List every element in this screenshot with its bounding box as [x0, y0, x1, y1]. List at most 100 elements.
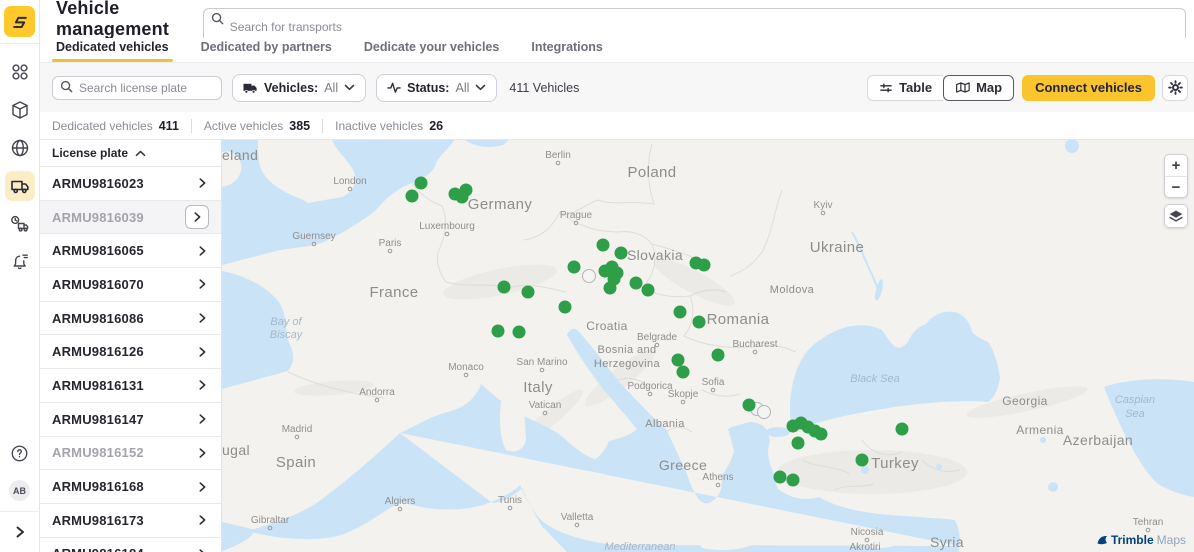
map-container[interactable]: PolandGermanySlovakiaUkraineFranceMoldov…	[222, 140, 1194, 552]
map-label-azerbaijan: Azerbaijan	[1063, 432, 1133, 448]
table-row[interactable]: ARMU9816173	[40, 504, 221, 538]
brand-logo[interactable]	[4, 6, 35, 37]
table-row[interactable]: ARMU9816131	[40, 369, 221, 403]
table-row[interactable]: ARMU9816147	[40, 403, 221, 437]
table-row[interactable]: ARMU9816168	[40, 470, 221, 504]
table-row[interactable]: ARMU9816184	[40, 538, 221, 552]
vehicle-marker[interactable]	[559, 301, 572, 314]
map-view-button[interactable]: Map	[943, 75, 1014, 101]
tab-integrations[interactable]: Integrations	[527, 40, 607, 62]
chevron-right-icon[interactable]	[185, 205, 209, 229]
table-row[interactable]: ARMU9816086	[40, 302, 221, 336]
zoom-out-button[interactable]: −	[1165, 176, 1187, 197]
status-filter-dropdown[interactable]: Status: All	[376, 74, 497, 102]
table-view-label: Table	[899, 80, 932, 95]
sidebar-item-apps[interactable]	[5, 57, 35, 87]
vehicle-marker[interactable]	[693, 316, 706, 329]
tab-dedicated-vehicles[interactable]: Dedicated vehicles	[52, 40, 173, 62]
table-row[interactable]: ARMU9816152	[40, 437, 221, 471]
map-city-label: Bucharest	[732, 339, 777, 350]
table-row[interactable]: ARMU9816070	[40, 268, 221, 302]
table-row[interactable]: ARMU9816065	[40, 234, 221, 268]
vehicle-marker[interactable]	[792, 437, 805, 450]
sidebar-item-notifications[interactable]	[5, 247, 35, 277]
vehicle-marker[interactable]	[774, 471, 787, 484]
license-plate-sort-header[interactable]: License plate	[40, 140, 221, 167]
table-row[interactable]: ARMU9816039	[40, 201, 221, 235]
vehicle-marker[interactable]	[856, 454, 869, 467]
user-avatar[interactable]: AB	[9, 480, 30, 501]
inactive-vehicle-marker[interactable]	[583, 270, 596, 283]
map-city-label: Kyiv	[814, 200, 833, 211]
vehicle-marker[interactable]	[522, 286, 535, 299]
vehicle-marker[interactable]	[672, 354, 685, 367]
chevron-right-icon[interactable]	[195, 446, 209, 460]
expand-sidebar-button[interactable]	[0, 512, 39, 552]
sidebar-item-vehicles[interactable]	[5, 171, 35, 201]
vehicle-marker[interactable]	[415, 177, 428, 190]
table-row[interactable]: ARMU9816023	[40, 167, 221, 201]
map-city-label: Athens	[702, 472, 733, 483]
vehicle-marker[interactable]	[698, 259, 711, 272]
vehicle-marker[interactable]	[677, 366, 690, 379]
sidebar: AB	[0, 0, 40, 552]
vehicle-marker[interactable]	[460, 184, 473, 197]
map-label-turkey: Turkey	[871, 455, 919, 472]
vehicle-marker[interactable]	[604, 282, 617, 295]
tab-dedicate-your-vehicles[interactable]: Dedicate your vehicles	[360, 40, 503, 62]
chevron-right-icon[interactable]	[195, 244, 209, 258]
attribution-brand: Trimble	[1111, 533, 1154, 547]
map-label-ugal: ugal	[222, 442, 250, 458]
license-plate: ARMU9816126	[52, 344, 144, 359]
vehicle-marker[interactable]	[642, 284, 655, 297]
help-button[interactable]	[5, 438, 35, 468]
table-row[interactable]: ARMU9816126	[40, 335, 221, 369]
map-attribution[interactable]: Trimble Maps	[1097, 533, 1186, 547]
layers-button[interactable]	[1164, 204, 1188, 228]
sidebar-item-packages[interactable]	[5, 95, 35, 125]
vehicle-marker[interactable]	[498, 281, 511, 294]
chevron-right-icon[interactable]	[195, 513, 209, 527]
vehicle-marker[interactable]	[712, 349, 725, 362]
connect-vehicles-button[interactable]: Connect vehicles	[1022, 75, 1155, 101]
vehicle-marker[interactable]	[492, 325, 505, 338]
vehicle-marker[interactable]	[743, 399, 756, 412]
inactive-vehicle-marker[interactable]	[758, 406, 771, 419]
vehicle-marker[interactable]	[630, 277, 643, 290]
chevron-right-icon[interactable]	[195, 345, 209, 359]
license-plate: ARMU9816039	[52, 210, 144, 225]
settings-button[interactable]	[1162, 75, 1188, 101]
chevron-right-icon[interactable]	[195, 480, 209, 494]
vehicle-marker[interactable]	[674, 306, 687, 319]
zoom-in-button[interactable]: +	[1165, 155, 1187, 176]
map-sea-label: Black Sea	[850, 373, 900, 385]
license-plate: ARMU9816086	[52, 311, 144, 326]
vehicle-marker[interactable]	[815, 428, 828, 441]
map-label-moldova: Moldova	[770, 284, 815, 296]
vehicle-marker[interactable]	[597, 239, 610, 252]
map-label-poland: Poland	[627, 164, 676, 181]
chevron-right-icon[interactable]	[195, 547, 209, 552]
chevron-right-icon[interactable]	[195, 378, 209, 392]
map-label-armenia: Armenia	[1016, 423, 1063, 437]
chevron-right-icon[interactable]	[195, 311, 209, 325]
vehicles-filter-dropdown[interactable]: Vehicles: All	[232, 74, 366, 102]
chevron-right-icon[interactable]	[195, 277, 209, 291]
chevron-right-icon[interactable]	[195, 176, 209, 190]
tab-dedicated-by-partners[interactable]: Dedicated by partners	[197, 40, 336, 62]
license-plate-search-input[interactable]	[52, 76, 222, 100]
license-plate: ARMU9816168	[52, 479, 144, 494]
vehicle-marker[interactable]	[615, 247, 628, 260]
chevron-right-icon[interactable]	[195, 412, 209, 426]
table-view-button[interactable]: Table	[867, 75, 943, 101]
vehicle-marker[interactable]	[406, 190, 419, 203]
vehicle-marker[interactable]	[568, 261, 581, 274]
truck-icon	[243, 82, 258, 94]
apps-icon	[9, 61, 31, 83]
vehicle-marker[interactable]	[896, 423, 909, 436]
europe-map[interactable]: PolandGermanySlovakiaUkraineFranceMoldov…	[222, 140, 1194, 552]
sidebar-item-transport-history[interactable]	[5, 209, 35, 239]
sidebar-item-network[interactable]	[5, 133, 35, 163]
vehicle-marker[interactable]	[787, 474, 800, 487]
vehicle-marker[interactable]	[513, 326, 526, 339]
